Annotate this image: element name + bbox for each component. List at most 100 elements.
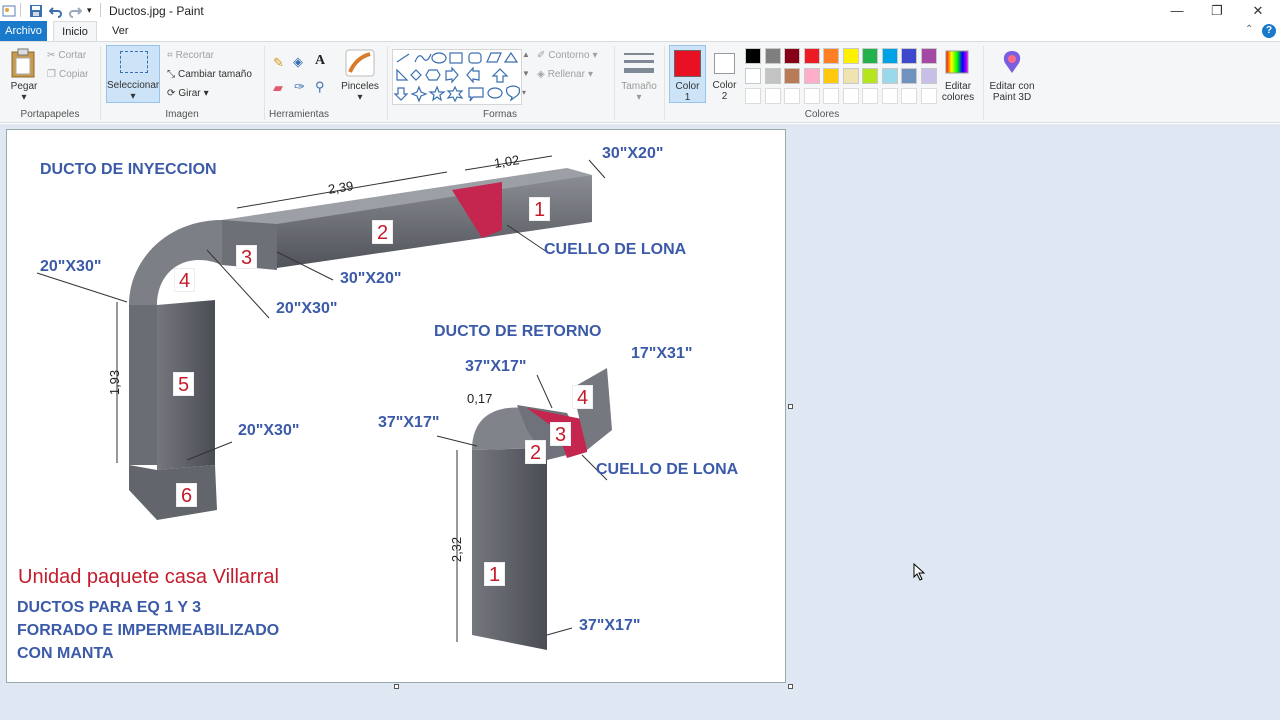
help-icon[interactable]: ? bbox=[1262, 24, 1276, 38]
palette-swatch[interactable] bbox=[745, 48, 761, 64]
line-size-icon[interactable] bbox=[624, 51, 654, 80]
palette-swatch[interactable] bbox=[764, 68, 781, 84]
color-picker-icon[interactable]: ✑ bbox=[294, 79, 305, 95]
resize-label: Cambiar tamaño bbox=[178, 69, 252, 80]
brushes-button[interactable]: Pinceles ▾ bbox=[338, 81, 382, 103]
crop-icon: ⌗ bbox=[167, 50, 173, 61]
palette-swatch[interactable] bbox=[803, 48, 820, 64]
scissors-icon: ✂ bbox=[47, 50, 56, 61]
custom-color-swatch[interactable] bbox=[764, 88, 781, 104]
palette-swatch[interactable] bbox=[862, 68, 878, 84]
inj-neck-label: CUELLO DE LONA bbox=[544, 241, 687, 258]
restore-button[interactable]: ❐ bbox=[1197, 0, 1237, 21]
len-1-93: 1,93 bbox=[107, 369, 123, 396]
custom-color-swatch[interactable] bbox=[901, 88, 917, 104]
size-button[interactable]: Tamaño ▾ bbox=[614, 81, 664, 103]
len-2-32: 2,32 bbox=[449, 536, 465, 563]
minimize-button[interactable]: — bbox=[1157, 0, 1197, 21]
palette-swatch[interactable] bbox=[901, 48, 917, 64]
custom-color-swatch[interactable] bbox=[745, 88, 761, 104]
inj-number-2: 2 bbox=[372, 220, 393, 244]
outline-button[interactable]: ✐ Contorno ▾ bbox=[537, 50, 598, 61]
note-line-2: FORRADO E IMPERMEABILIZADO bbox=[17, 622, 280, 639]
magnifier-icon[interactable]: ⚲ bbox=[315, 79, 325, 95]
ret-number-2: 2 bbox=[525, 440, 546, 464]
select-button[interactable]: Seleccionar ▾ bbox=[106, 45, 160, 103]
resize-icon: ⤡ bbox=[167, 69, 175, 80]
fill-bucket-icon[interactable]: ◈ bbox=[293, 54, 303, 70]
fill-button[interactable]: ◈ Rellenar ▾ bbox=[537, 69, 593, 80]
palette-swatch[interactable] bbox=[862, 48, 878, 64]
color2-button[interactable]: Color 2 bbox=[707, 45, 744, 103]
palette-swatch[interactable] bbox=[842, 68, 859, 84]
shapes-expand-icon[interactable]: ▾ bbox=[522, 88, 526, 97]
paint3d-label[interactable]: Editar con Paint 3D bbox=[984, 81, 1040, 103]
tab-home[interactable]: Inicio bbox=[53, 21, 97, 42]
outline-icon: ✐ bbox=[537, 50, 546, 61]
custom-color-swatch[interactable] bbox=[881, 88, 898, 104]
custom-color-swatch[interactable] bbox=[803, 88, 820, 104]
copy-button[interactable]: ❐ Copiar bbox=[47, 69, 88, 80]
mouse-cursor-icon bbox=[913, 562, 926, 586]
fill-label: Rellenar bbox=[547, 69, 585, 80]
palette-swatch[interactable] bbox=[745, 68, 761, 84]
shapes-scroll-down-icon[interactable]: ▼ bbox=[522, 69, 530, 78]
copy-icon: ❐ bbox=[47, 69, 56, 80]
ribbon: Pegar ▾ ✂ Cortar ❐ Copiar Portapapeles Sele… bbox=[0, 41, 1280, 123]
paste-label: Pegar bbox=[10, 81, 38, 92]
resize-button[interactable]: ⤡ Cambiar tamaño bbox=[167, 69, 252, 80]
rotate-button[interactable]: ⟳ Girar ▾ bbox=[167, 88, 209, 99]
window-title: Ductos.jpg - Paint bbox=[109, 4, 204, 18]
customize-toolbar-icon[interactable]: ▾ bbox=[87, 3, 92, 18]
brushes-icon[interactable] bbox=[344, 48, 376, 83]
crop-button[interactable]: ⌗ Recortar bbox=[167, 50, 214, 61]
palette-swatch[interactable] bbox=[901, 68, 917, 84]
custom-color-swatch[interactable] bbox=[784, 88, 800, 104]
resize-handle-right[interactable] bbox=[788, 404, 793, 409]
len-0-17: 0,17 bbox=[467, 391, 493, 406]
palette-swatch[interactable] bbox=[823, 68, 839, 84]
palette-swatch[interactable] bbox=[803, 68, 820, 84]
text-tool-icon[interactable]: A bbox=[315, 53, 325, 69]
palette-swatch[interactable] bbox=[881, 48, 898, 64]
cut-button[interactable]: ✂ Cortar bbox=[47, 50, 86, 61]
custom-color-swatch[interactable] bbox=[920, 88, 937, 104]
undo-icon[interactable] bbox=[49, 3, 63, 18]
brushes-label: Pinceles bbox=[341, 81, 379, 92]
custom-color-swatch[interactable] bbox=[823, 88, 839, 104]
color1-button[interactable]: Color 1 bbox=[669, 45, 706, 103]
clipboard-paste-icon[interactable] bbox=[10, 48, 36, 83]
shapes-scroll-up-icon[interactable]: ▲ bbox=[522, 50, 530, 59]
inj-number-6: 6 bbox=[176, 483, 197, 507]
color2-label: Color 2 bbox=[712, 80, 737, 102]
save-icon[interactable] bbox=[29, 3, 43, 18]
palette-swatch[interactable] bbox=[764, 48, 781, 64]
edit-colors-label[interactable]: Editar colores bbox=[936, 81, 980, 103]
collapse-ribbon-icon[interactable]: ⌃ bbox=[1245, 24, 1253, 35]
pencil-icon[interactable]: ✎ bbox=[273, 55, 284, 71]
palette-swatch[interactable] bbox=[784, 68, 800, 84]
palette-swatch[interactable] bbox=[823, 48, 839, 64]
resize-handle-bottom[interactable] bbox=[394, 684, 399, 689]
palette-swatch[interactable] bbox=[842, 48, 859, 64]
tab-view[interactable]: Ver bbox=[104, 21, 137, 41]
palette-swatch[interactable] bbox=[920, 68, 937, 84]
palette-swatch[interactable] bbox=[784, 48, 800, 64]
tab-file[interactable]: Archivo bbox=[0, 21, 47, 41]
paint3d-icon[interactable] bbox=[999, 49, 1025, 80]
drawing-image[interactable]: DUCTO DE INYECCION 30"X20" CUELLO DE LON… bbox=[6, 129, 786, 683]
redo-icon[interactable] bbox=[68, 3, 82, 18]
palette-swatch[interactable] bbox=[881, 68, 898, 84]
palette-swatch[interactable] bbox=[920, 48, 937, 64]
eraser-icon[interactable]: ▰ bbox=[273, 80, 283, 96]
edit-colors-icon[interactable] bbox=[944, 49, 970, 80]
ret-number-3: 3 bbox=[550, 422, 571, 446]
shapes-gallery[interactable] bbox=[392, 49, 522, 105]
custom-color-swatch[interactable] bbox=[862, 88, 878, 104]
inj-elbow bbox=[129, 220, 222, 305]
close-button[interactable]: ✕ bbox=[1238, 0, 1278, 21]
custom-color-swatch[interactable] bbox=[842, 88, 859, 104]
resize-handle-corner[interactable] bbox=[788, 684, 793, 689]
paste-button[interactable]: Pegar ▾ bbox=[6, 81, 42, 103]
menu-bar: Archivo Inicio Ver ⌃ ? bbox=[0, 21, 1280, 42]
